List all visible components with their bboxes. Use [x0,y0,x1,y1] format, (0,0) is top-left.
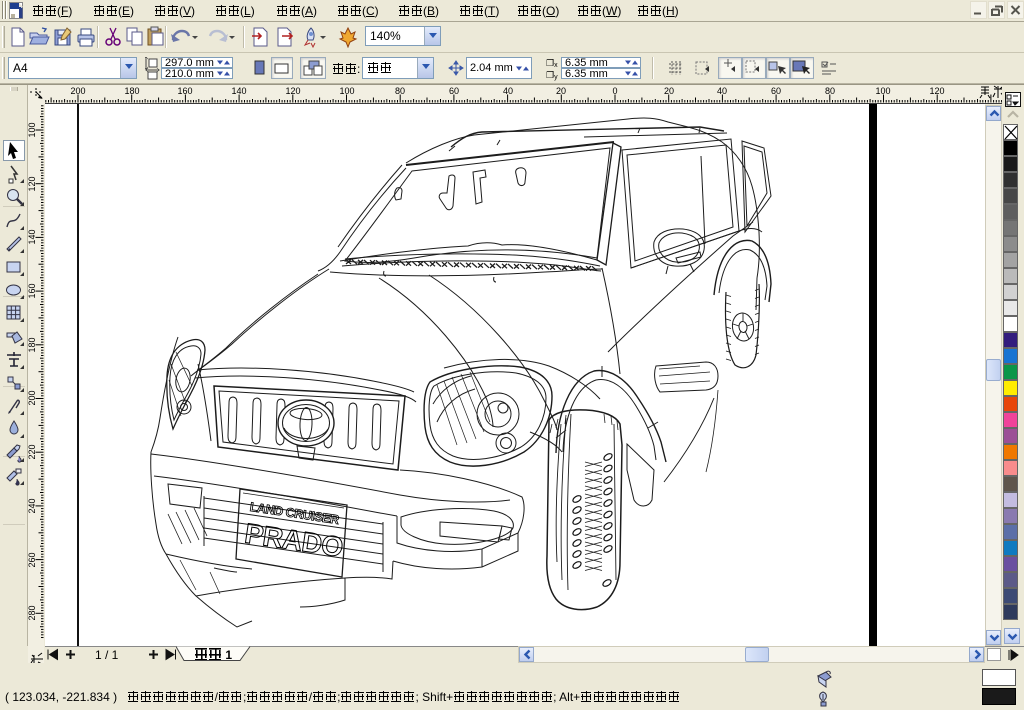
svg-text:120: 120 [929,86,944,96]
svg-text:180: 180 [28,337,37,352]
svg-text:80: 80 [825,86,835,96]
svg-text:0: 0 [612,86,617,96]
svg-text:40: 40 [503,86,513,96]
svg-text:❐x: ❐x [546,58,558,69]
svg-text:❐y: ❐y [546,70,558,81]
svg-text:100: 100 [875,86,890,96]
svg-text:140: 140 [231,86,246,96]
svg-text:120: 120 [28,176,37,191]
svg-text:100: 100 [339,86,354,96]
svg-text:40: 40 [717,86,727,96]
svg-text:20: 20 [664,86,674,96]
svg-text:240: 240 [28,498,37,513]
svg-text:1 / 1: 1 / 1 [95,648,119,662]
svg-text:260: 260 [28,552,37,567]
svg-text:160: 160 [177,86,192,96]
svg-text:220: 220 [28,444,37,459]
svg-text:200: 200 [28,390,37,405]
svg-text:60: 60 [771,86,781,96]
svg-text:120: 120 [285,86,300,96]
svg-text:140: 140 [28,229,37,244]
svg-text:180: 180 [124,86,139,96]
svg-text:60: 60 [449,86,459,96]
svg-text:100: 100 [28,122,37,137]
svg-text:280: 280 [28,605,37,620]
svg-text:160: 160 [28,283,37,298]
svg-text:200: 200 [70,86,85,96]
svg-text:80: 80 [395,86,405,96]
svg-text:20: 20 [556,86,566,96]
